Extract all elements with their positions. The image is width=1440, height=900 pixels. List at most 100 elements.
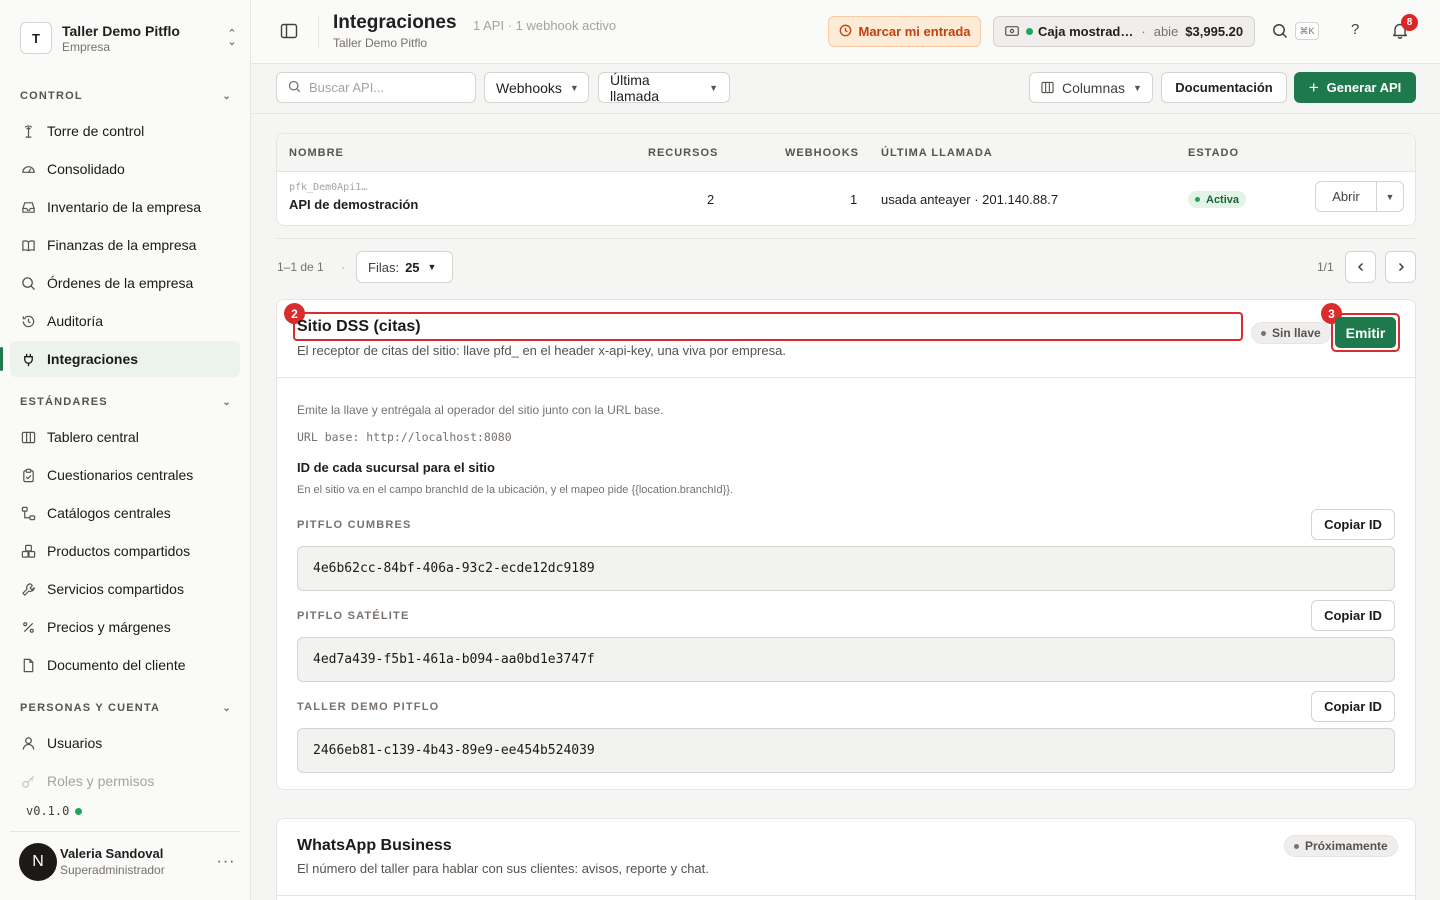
notification-badge: 8 [1401,14,1418,31]
next-page-button[interactable] [1385,251,1416,283]
percent-icon [20,619,36,635]
user-icon [20,735,36,751]
sidebar-item-consolidado[interactable]: Consolidado [10,151,240,187]
table-row[interactable]: pfk_Dem0Api1… API de demostración 2 1 us… [277,172,1415,225]
checkin-button[interactable]: Marcar mi entrada [828,16,981,47]
documentation-button[interactable]: Documentación [1161,72,1287,103]
sidebar-item-catalogos-centrales[interactable]: Catálogos centrales [10,495,240,531]
key-status-label: Sin llave [1272,326,1321,340]
sidebar-item-productos-compartidos[interactable]: Productos compartidos [10,533,240,569]
webhooks-filter[interactable]: Webhooks ▼ [484,72,589,103]
api-search[interactable] [276,72,476,103]
sidebar-item-precios-y-margenes[interactable]: Precios y márgenes [10,609,240,645]
sidebar-item-label: Documento del cliente [47,657,186,673]
search-input[interactable] [309,80,459,95]
cash-register-amount: $3,995.20 [1185,24,1244,39]
header-divider [318,16,319,48]
webhooks-count: 1 [850,192,858,207]
dss-description: El receptor de citas del sitio: llave pf… [297,343,786,358]
user-menu[interactable]: N Valeria Sandoval Superadministrador ··… [10,831,240,891]
title-highlight-box [293,312,1243,341]
section-estandares[interactable]: ESTÁNDARES ⌄ [20,396,232,408]
more-icon[interactable]: ··· [212,853,240,871]
sidebar-item-roles-y-permisos[interactable]: Roles y permisos [10,763,240,799]
inbox-icon [20,199,36,215]
status-dot [1261,330,1266,336]
webhooks-filter-label: Webhooks [496,79,562,96]
rows-label: Filas: [368,259,400,275]
page-meta: 1 API · 1 webhook activo [473,18,617,33]
open-button[interactable]: Abrir [1315,181,1376,212]
org-name: Taller Demo Pitflo [62,22,180,39]
org-type: Empresa [62,39,111,54]
col-last-call[interactable]: ÚLTIMA LLAMADA [881,147,993,159]
sidebar-item-auditoria[interactable]: Auditoría [10,303,240,339]
sidebar-item-label: Órdenes de la empresa [47,275,194,291]
cash-register-selector[interactable]: Caja mostrad… · abie $3,995.20 [993,16,1255,47]
sidebar: T Taller Demo Pitflo Empresa ⌃ ⌄ CONTROL … [0,0,251,900]
divider [276,238,1416,239]
branch-id-field[interactable]: 2466eb81-c139-4b43-89e9-ee454b524039 [297,728,1395,773]
branch-id-field[interactable]: 4ed7a439-f5b1-461a-b094-aa0bd1e3747f [297,637,1395,682]
sidebar-item-servicios-compartidos[interactable]: Servicios compartidos [10,571,240,607]
sidebar-item-ordenes-de-la-empresa[interactable]: Órdenes de la empresa [10,265,240,301]
page-indicator: 1/1 [1317,260,1334,274]
section-control-label: CONTROL [20,90,83,102]
col-status[interactable]: ESTADO [1188,147,1239,159]
search-icon[interactable] [1272,23,1288,42]
columns-icon [20,429,36,445]
status-dot [1294,843,1299,849]
chevron-down-icon[interactable]: ▼ [1376,181,1404,212]
branch-label: PITFLO CUMBRES [297,519,412,531]
sidebar-toggle-icon[interactable] [280,22,300,42]
dss-intro: Emite la llave y entrégala al operador d… [297,403,664,417]
copy-id-button[interactable]: Copiar ID [1311,600,1395,631]
integration-card-whatsapp: WhatsApp Business El número del taller p… [276,818,1416,900]
sidebar-item-finanzas-de-la-empresa[interactable]: Finanzas de la empresa [10,227,240,263]
generate-api-button[interactable]: + Generar API [1294,72,1416,103]
document-icon [20,657,36,673]
online-dot [75,807,83,815]
sidebar-item-label: Torre de control [47,123,145,139]
col-name[interactable]: NOMBRE [289,147,344,159]
cash-open-dot [1026,28,1033,35]
last-call-filter-label: Última llamada [610,71,660,104]
sidebar-item-label: Consolidado [47,161,125,177]
cash-register-icon [1005,24,1019,39]
sidebar-item-documento-del-cliente[interactable]: Documento del cliente [10,647,240,683]
emit-button[interactable]: Emitir [1335,317,1396,348]
last-call-filter[interactable]: Última llamada ▼ [598,71,730,104]
copy-id-button[interactable]: Copiar ID [1311,509,1395,540]
sidebar-item-torre-de-control[interactable]: Torre de control [10,113,240,149]
top-header: Integraciones Taller Demo Pitflo 1 API ·… [251,0,1440,64]
help-icon[interactable]: ? [1351,21,1359,38]
version-indicator: v0.1.0 [26,804,83,818]
col-webhooks[interactable]: WEBHOOKS [785,147,859,159]
columns-button[interactable]: Columnas ▼ [1029,72,1153,103]
org-switcher[interactable]: T Taller Demo Pitflo Empresa ⌃ ⌄ [20,18,240,58]
sidebar-item-cuestionarios-centrales[interactable]: Cuestionarios centrales [10,457,240,493]
status-dot [1195,197,1200,202]
prev-page-button[interactable] [1345,251,1376,283]
columns-label: Columnas [1062,79,1126,96]
branch-id-field[interactable]: 4e6b62cc-84bf-406a-93c2-ecde12dc9189 [297,546,1395,591]
sidebar-item-integraciones[interactable]: Integraciones [0,341,240,377]
sidebar-item-inventario-de-la-empresa[interactable]: Inventario de la empresa [10,189,240,225]
checkin-label: Marcar mi entrada [858,24,971,39]
section-control[interactable]: CONTROL ⌄ [20,90,232,102]
branch-ids-description: En el sitio va en el campo branchId de l… [297,484,734,496]
section-personas[interactable]: PERSONAS Y CUENTA ⌄ [20,702,232,714]
gauge-icon [20,161,36,177]
coming-soon-badge: Próximamente [1284,835,1398,857]
columns-icon [1041,81,1054,94]
clock-icon [839,24,852,40]
copy-id-button[interactable]: Copiar ID [1311,691,1395,722]
chevron-down-icon: ⌄ [222,90,232,102]
pager-separator: · [341,260,345,274]
sidebar-item-usuarios[interactable]: Usuarios [10,725,240,761]
whatsapp-description: El número del taller para hablar con sus… [297,861,709,876]
sidebar-item-label: Inventario de la empresa [47,199,202,215]
col-resources[interactable]: RECURSOS [648,147,718,159]
sidebar-item-tablero-central[interactable]: Tablero central [10,419,240,455]
rows-per-page-select[interactable]: Filas: 25 ▼ [356,251,453,283]
